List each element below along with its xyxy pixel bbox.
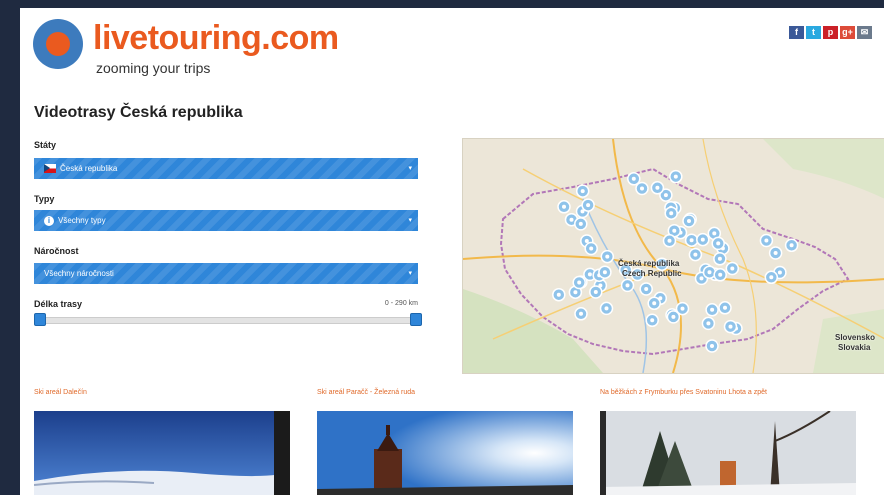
map-label-cz: Česká republika <box>618 259 680 268</box>
length-label: Délka trasy <box>34 299 83 309</box>
map-label-sk-en: Slovakia <box>838 343 871 352</box>
map-marker[interactable] <box>552 287 566 302</box>
map-marker[interactable] <box>574 217 588 231</box>
map-marker[interactable] <box>589 285 603 299</box>
map-marker[interactable] <box>599 301 614 316</box>
map-marker[interactable] <box>701 316 716 331</box>
map-marker[interactable] <box>581 198 595 212</box>
social-links: f t p g+ ✉ <box>789 26 872 39</box>
map-marker[interactable] <box>669 169 683 184</box>
map-marker[interactable] <box>705 303 719 317</box>
states-select[interactable]: Česká republika ▾ <box>34 158 418 179</box>
difficulty-label: Náročnost <box>34 246 79 256</box>
map-marker[interactable] <box>645 313 659 328</box>
google-plus-icon[interactable]: g+ <box>840 26 855 39</box>
length-slider-track[interactable] <box>34 317 422 324</box>
length-slider-max-handle[interactable] <box>410 313 422 326</box>
route-map[interactable]: Česká republika Czech Republic Slovensko… <box>462 138 884 374</box>
map-label-sk: Slovensko <box>835 333 876 342</box>
map-marker[interactable] <box>662 234 677 248</box>
map-marker[interactable] <box>711 236 725 251</box>
map-label-en: Czech Republic <box>622 269 682 278</box>
map-marker[interactable] <box>627 172 641 186</box>
card-title-2[interactable]: Ski areál Paračč - Železná ruda <box>317 389 415 396</box>
map-marker[interactable] <box>725 261 740 276</box>
map-marker[interactable] <box>598 265 612 279</box>
map-marker[interactable] <box>784 238 799 253</box>
twitter-icon[interactable]: t <box>806 26 821 39</box>
map-marker[interactable] <box>635 181 649 196</box>
email-icon[interactable]: ✉ <box>857 26 872 39</box>
map-marker[interactable] <box>575 184 590 198</box>
states-label: Státy <box>34 140 57 150</box>
map-marker[interactable] <box>696 232 710 247</box>
map-marker[interactable] <box>705 339 719 353</box>
map-marker[interactable] <box>650 181 665 195</box>
card-image-3[interactable] <box>600 411 856 495</box>
states-select-value: Česká republika <box>60 164 118 173</box>
logo-icon[interactable] <box>33 19 83 69</box>
map-marker[interactable] <box>718 301 732 315</box>
site-brand[interactable]: livetouring.com <box>93 19 339 58</box>
map-marker[interactable] <box>620 278 635 293</box>
map-marker[interactable] <box>600 249 615 264</box>
info-icon: i <box>44 215 54 226</box>
map-marker[interactable] <box>647 296 661 311</box>
chevron-down-icon: ▾ <box>408 165 412 172</box>
map-marker[interactable] <box>768 246 783 260</box>
pinterest-icon[interactable]: p <box>823 26 838 39</box>
map-canvas[interactable] <box>463 139 884 373</box>
types-label: Typy <box>34 194 55 204</box>
chevron-down-icon: ▾ <box>408 270 412 277</box>
map-marker[interactable] <box>666 310 681 324</box>
page: livetouring.com zooming your trips f t p… <box>20 8 884 495</box>
map-marker[interactable] <box>557 200 571 214</box>
types-select-value: Všechny typy <box>58 216 106 225</box>
difficulty-select[interactable]: Všechny náročnosti ▾ <box>34 263 418 284</box>
map-marker[interactable] <box>759 233 774 248</box>
map-marker[interactable] <box>639 282 653 296</box>
map-marker[interactable] <box>684 233 699 247</box>
chevron-down-icon: ▾ <box>408 217 412 224</box>
czech-flag-icon <box>44 164 56 174</box>
length-slider-min-handle[interactable] <box>34 313 46 326</box>
map-marker[interactable] <box>584 241 598 256</box>
card-image-1[interactable] <box>34 411 290 495</box>
page-title: Videotrasy Česká republika <box>34 104 243 121</box>
site-tagline: zooming your trips <box>96 60 211 76</box>
map-marker[interactable] <box>713 268 727 282</box>
map-marker[interactable] <box>713 252 727 266</box>
map-marker[interactable] <box>723 319 738 334</box>
map-marker[interactable] <box>682 214 696 228</box>
types-select[interactable]: i Všechny typy ▾ <box>34 210 418 231</box>
card-image-2[interactable] <box>317 411 573 495</box>
map-marker[interactable] <box>574 307 588 321</box>
map-marker[interactable] <box>688 247 703 262</box>
card-title-3[interactable]: Na běžkách z Frymburku přes Svatoninu Lh… <box>600 389 767 396</box>
map-marker[interactable] <box>572 275 586 290</box>
facebook-icon[interactable]: f <box>789 26 804 39</box>
length-range-value: 0 - 290 km <box>384 300 418 307</box>
card-title-1[interactable]: Ski areál Dalečín <box>34 389 87 396</box>
difficulty-select-value: Všechny náročnosti <box>44 269 114 278</box>
window-frame: livetouring.com zooming your trips f t p… <box>0 0 884 495</box>
map-marker[interactable] <box>664 206 678 220</box>
map-marker[interactable] <box>764 270 779 285</box>
